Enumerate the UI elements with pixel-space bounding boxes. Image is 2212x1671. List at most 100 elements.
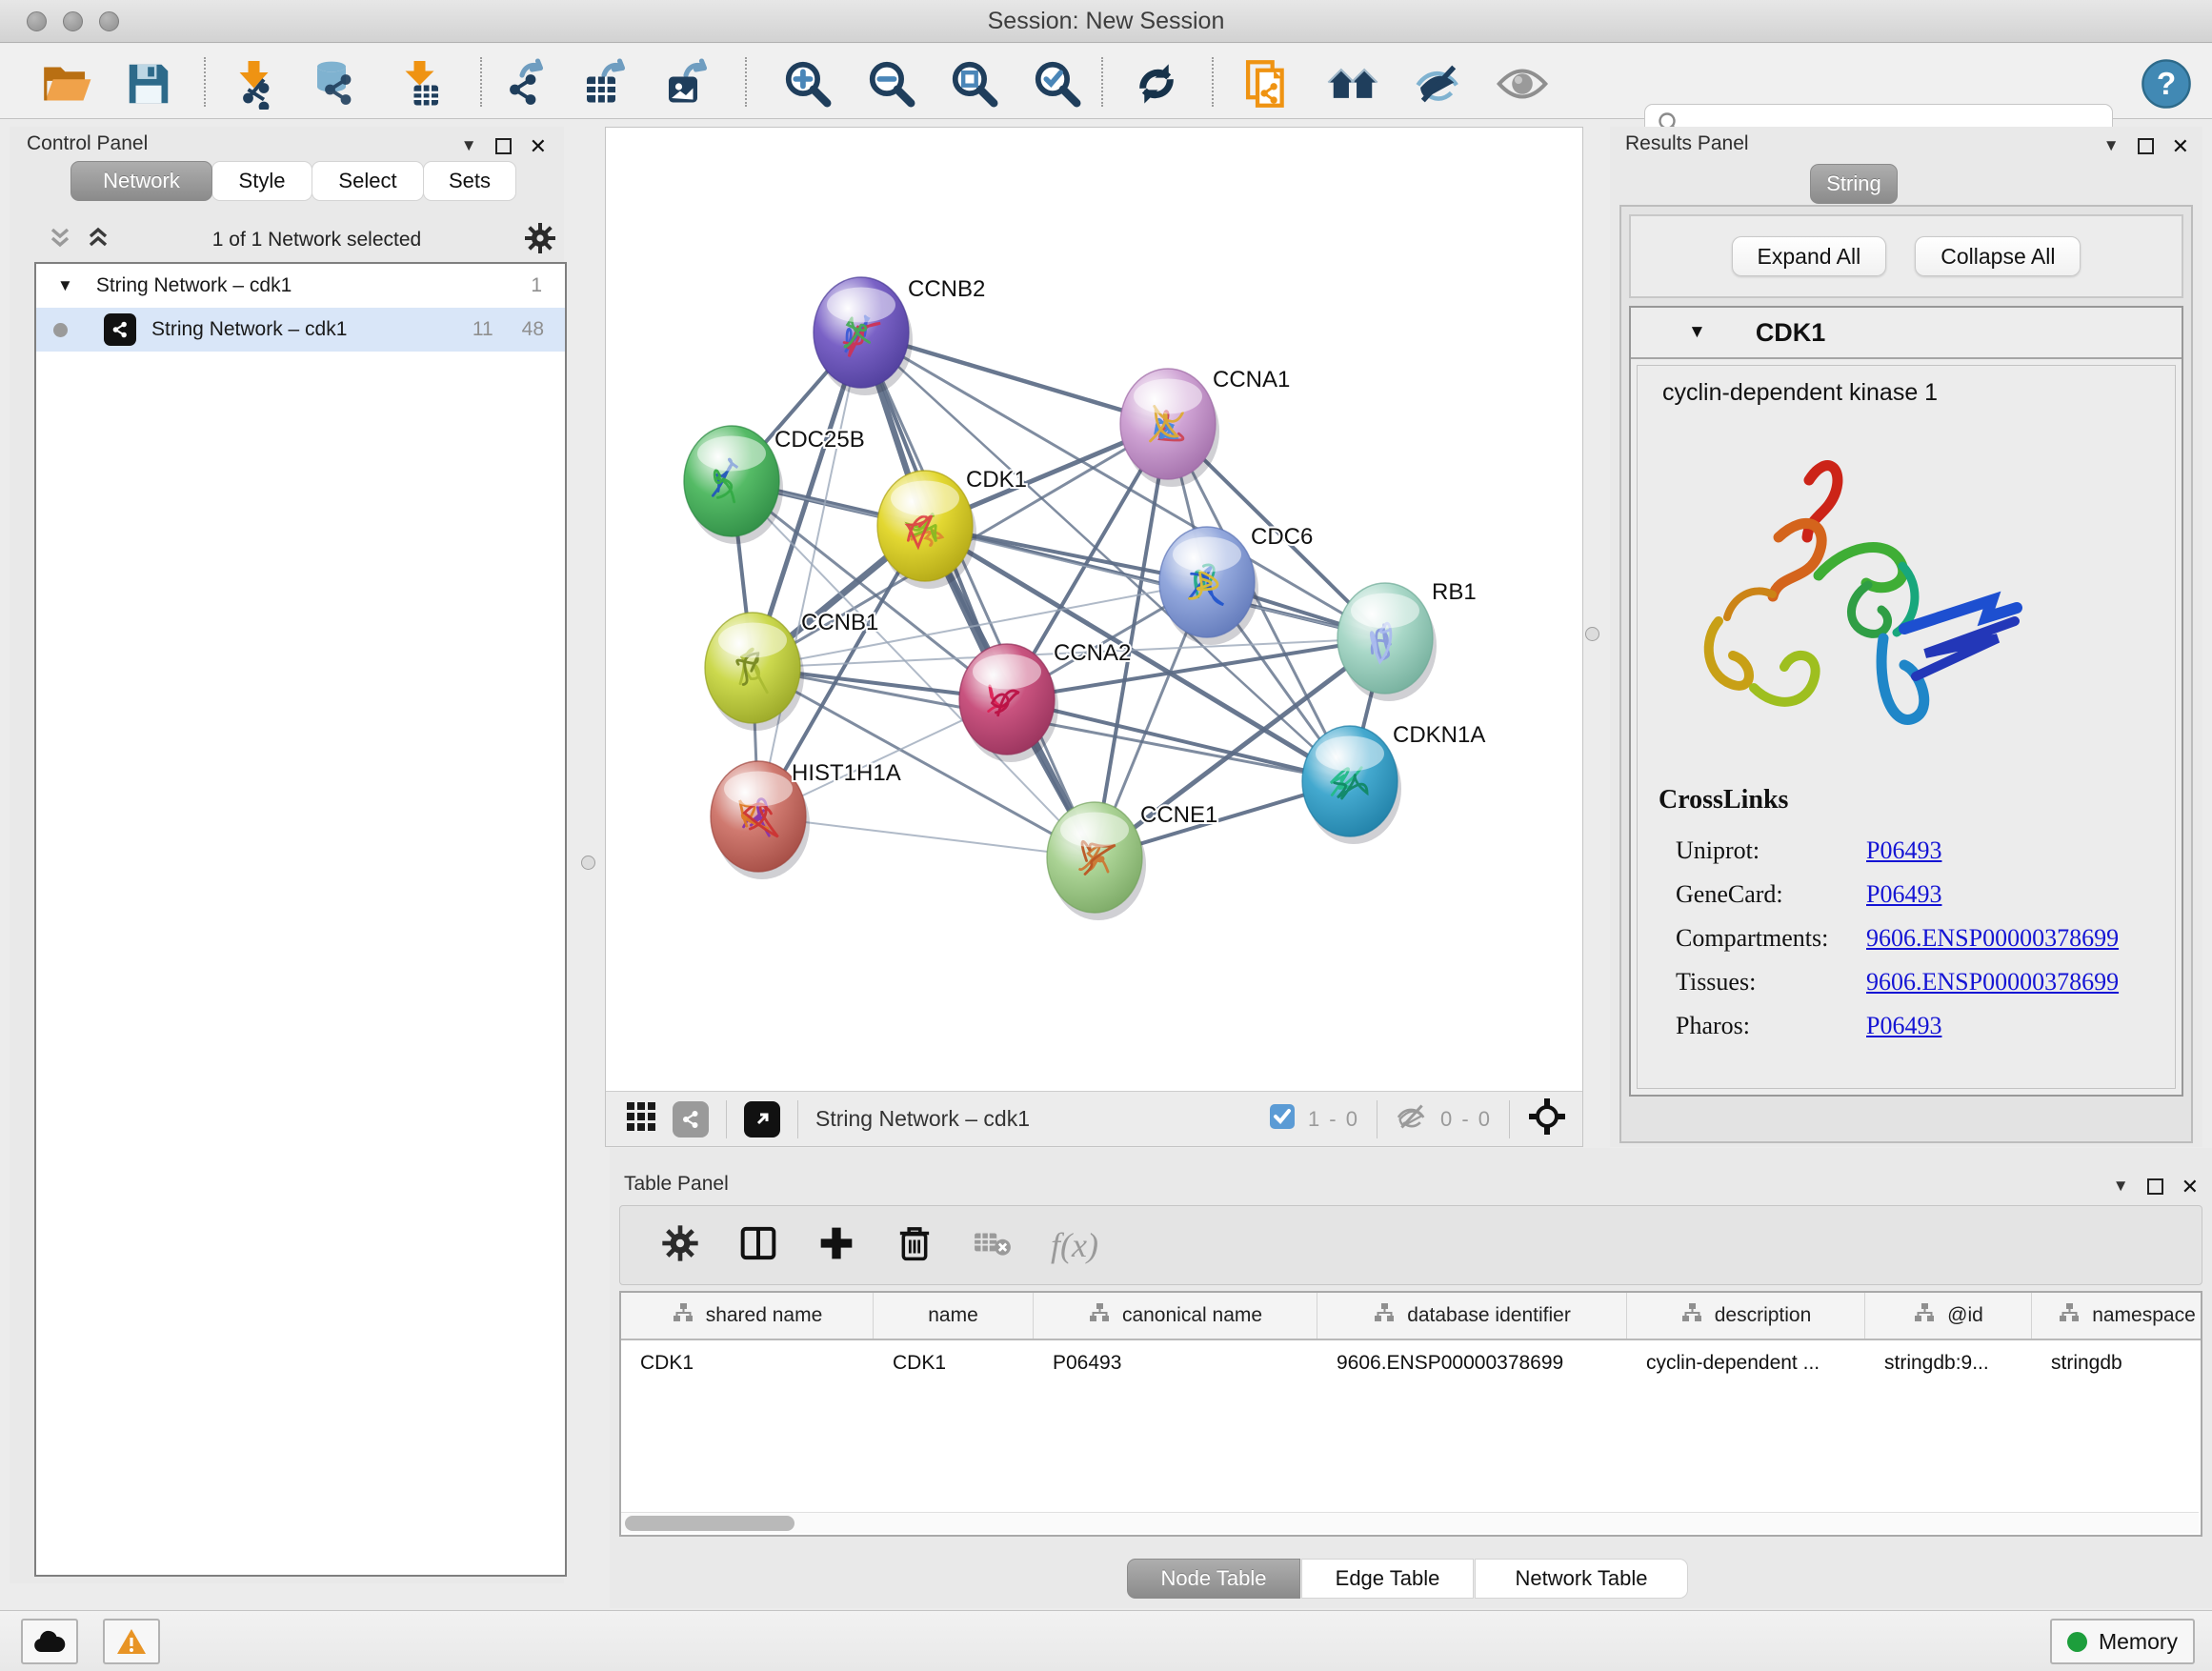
node-CCNA2[interactable]: CCNA2: [959, 640, 1131, 762]
table-cell[interactable]: stringdb:9...: [1865, 1340, 2032, 1386]
tab-string[interactable]: String: [1810, 164, 1898, 204]
column-header-canonical-name[interactable]: canonical name: [1034, 1293, 1317, 1339]
maximize-panel-icon[interactable]: [2138, 138, 2154, 154]
apply-layout-icon[interactable]: [1130, 57, 1183, 111]
memory-label: Memory: [2099, 1629, 2178, 1655]
memory-button[interactable]: Memory: [2050, 1619, 2195, 1664]
scrollbar-thumb[interactable]: [625, 1516, 794, 1531]
node-RB1[interactable]: RB1: [1337, 579, 1477, 701]
open-file-icon[interactable]: [40, 57, 93, 111]
column-label: @id: [1947, 1304, 1983, 1327]
new-network-from-selection-icon[interactable]: [1240, 57, 1294, 111]
tab-network[interactable]: Network: [70, 161, 212, 201]
expand-all-button[interactable]: Expand All: [1732, 236, 1887, 276]
column-header-name[interactable]: name: [874, 1293, 1034, 1339]
results-button-row: Expand All Collapse All: [1629, 214, 2183, 298]
crosslink-link[interactable]: P06493: [1866, 836, 1941, 865]
birds-eye-view-icon[interactable]: [1527, 1097, 1567, 1141]
hide-selected-icon[interactable]: [1412, 57, 1465, 111]
tab-style[interactable]: Style: [211, 161, 312, 201]
tab-edge-table[interactable]: Edge Table: [1301, 1559, 1474, 1599]
network-collection-row[interactable]: ▼ String Network – cdk1 1: [36, 264, 565, 308]
horizontal-scrollbar[interactable]: [621, 1512, 2199, 1533]
node-CDK1[interactable]: CDK1: [877, 467, 1027, 589]
delete-column-icon[interactable]: [895, 1223, 935, 1268]
import-network-icon[interactable]: [229, 57, 282, 111]
table-cell[interactable]: 9606.ENSP00000378699: [1317, 1340, 1627, 1386]
left-splitter-handle[interactable]: [581, 856, 595, 870]
crosslink-link[interactable]: P06493: [1866, 1012, 1941, 1040]
table-cell[interactable]: stringdb: [2032, 1340, 2202, 1386]
node-CDC6[interactable]: CDC6: [1159, 524, 1313, 645]
export-image-icon[interactable]: [659, 57, 713, 111]
node-CCNA1[interactable]: CCNA1: [1120, 367, 1290, 487]
table-row[interactable]: CDK1CDK1P064939606.ENSP00000378699cyclin…: [621, 1340, 2201, 1386]
zoom-in-icon[interactable]: [781, 57, 835, 111]
zoom-out-icon[interactable]: [865, 57, 918, 111]
crosslink-link[interactable]: P06493: [1866, 880, 1941, 909]
column-header--id[interactable]: @id: [1865, 1293, 2032, 1339]
tab-node-table[interactable]: Node Table: [1127, 1559, 1300, 1599]
detach-view-icon[interactable]: [744, 1101, 780, 1137]
column-header-database-identifier[interactable]: database identifier: [1317, 1293, 1627, 1339]
selected-checkbox-icon[interactable]: [1268, 1102, 1297, 1136]
table-cell[interactable]: P06493: [1034, 1340, 1317, 1386]
gene-header-row[interactable]: ▼ CDK1: [1631, 308, 2182, 359]
grid-view-icon[interactable]: [623, 1098, 659, 1139]
export-table-icon[interactable]: [577, 57, 631, 111]
close-panel-icon[interactable]: ✕: [2182, 1178, 2199, 1195]
show-all-icon[interactable]: [1496, 57, 1549, 111]
float-panel-icon[interactable]: ▼: [2113, 1177, 2129, 1196]
export-network-icon[interactable]: [495, 57, 549, 111]
table-panel: Table Panel ▼ ✕ f(x) shared namenamecano…: [610, 1148, 2212, 1608]
column-header-shared-name[interactable]: shared name: [621, 1293, 874, 1339]
right-splitter-handle[interactable]: [1585, 627, 1599, 641]
table-options-gear-icon[interactable]: [660, 1223, 700, 1268]
network-row-selected[interactable]: String Network – cdk1 11 48: [36, 308, 565, 352]
network-canvas[interactable]: CCNB2CCNA1CDC25BCDK1CDC6RB1CCNB1CCNA2CDK…: [606, 128, 1582, 1092]
node-CCNB2[interactable]: CCNB2: [814, 276, 985, 395]
collapse-gene-caret-icon[interactable]: ▼: [1688, 322, 1706, 343]
collapse-all-networks-icon[interactable]: [48, 225, 72, 256]
show-columns-icon[interactable]: [738, 1223, 778, 1268]
help-icon[interactable]: ?: [2140, 57, 2193, 111]
crosslink-link[interactable]: 9606.ENSP00000378699: [1866, 924, 2119, 953]
string-results-container: Expand All Collapse All ▼ CDK1 cyclin-de…: [1619, 205, 2193, 1143]
zoom-selected-icon[interactable]: [1031, 57, 1084, 111]
warnings-button[interactable]: [103, 1619, 160, 1664]
column-header-namespace[interactable]: namespace: [2032, 1293, 2202, 1339]
table-cell[interactable]: cyclin-dependent ...: [1627, 1340, 1865, 1386]
expand-all-networks-icon[interactable]: [86, 225, 111, 256]
import-network-from-database-icon[interactable]: [311, 57, 364, 111]
float-panel-icon[interactable]: ▼: [2103, 136, 2120, 155]
zoom-fit-icon[interactable]: [948, 57, 1001, 111]
column-header-description[interactable]: description: [1627, 1293, 1865, 1339]
table-cell[interactable]: CDK1: [621, 1340, 874, 1386]
cloud-tasks-button[interactable]: [21, 1619, 78, 1664]
hidden-eye-icon[interactable]: [1395, 1102, 1429, 1136]
network-options-gear-icon[interactable]: [523, 221, 557, 260]
float-panel-icon[interactable]: ▼: [461, 136, 477, 155]
node-CCNE1[interactable]: CCNE1: [1047, 802, 1217, 920]
edge-CCNB2-HIST1H1A[interactable]: [758, 332, 861, 816]
close-panel-icon[interactable]: ✕: [530, 138, 547, 154]
crosslink-label: Tissues:: [1676, 968, 1866, 997]
add-column-icon[interactable]: [816, 1223, 856, 1268]
table-cell[interactable]: CDK1: [874, 1340, 1034, 1386]
crosslink-link[interactable]: 9606.ENSP00000378699: [1866, 968, 2119, 997]
network-badge-icon[interactable]: [673, 1101, 709, 1137]
node-CDKN1A[interactable]: CDKN1A: [1302, 722, 1485, 844]
first-neighbors-icon[interactable]: [1326, 57, 1379, 111]
tab-sets[interactable]: Sets: [423, 161, 516, 201]
collapse-all-button[interactable]: Collapse All: [1915, 236, 2081, 276]
node-HIST1H1A[interactable]: HIST1H1A: [711, 760, 901, 879]
save-session-icon[interactable]: [122, 57, 175, 111]
node-CCNB1[interactable]: CCNB1: [705, 610, 878, 731]
maximize-panel-icon[interactable]: [2147, 1178, 2163, 1195]
import-table-icon[interactable]: [394, 57, 448, 111]
tree-caret-icon[interactable]: ▼: [57, 276, 73, 295]
maximize-panel-icon[interactable]: [495, 138, 512, 154]
close-panel-icon[interactable]: ✕: [2172, 138, 2189, 154]
tab-network-table[interactable]: Network Table: [1475, 1559, 1688, 1599]
tab-select[interactable]: Select: [312, 161, 424, 201]
